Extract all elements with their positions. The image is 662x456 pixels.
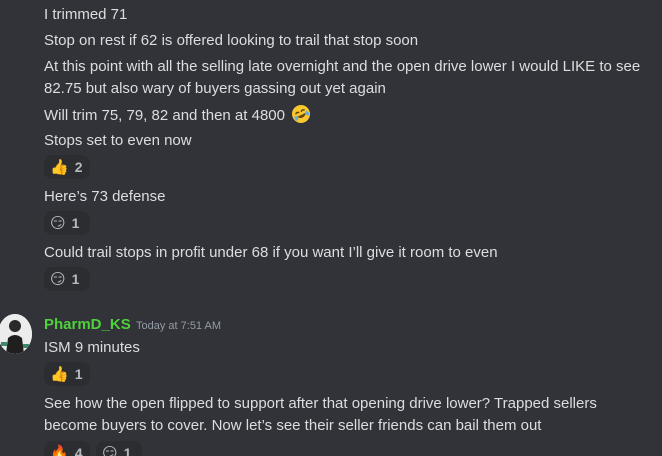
avatar-image xyxy=(0,314,32,354)
reaction-smirk[interactable]: 😏 1 xyxy=(44,211,90,235)
smirk-face-icon: 😏 xyxy=(102,444,118,456)
reaction-smirk[interactable]: 😏 1 xyxy=(44,267,90,291)
reaction-count: 1 xyxy=(123,445,132,456)
message-text: See how the open flipped to support afte… xyxy=(44,395,597,434)
message-timestamp: Today at 7:51 AM xyxy=(136,320,221,332)
message-text: Here’s 73 defense xyxy=(44,188,166,205)
fire-icon: 🔥 xyxy=(50,444,69,456)
thumbs-up-icon: 👍 xyxy=(50,158,69,176)
reaction-thumbs-up[interactable]: 👍 1 xyxy=(44,362,90,386)
message-text-content: Will trim 75, 79, 82 and then at 4800 xyxy=(44,107,285,124)
smirk-face-icon: 😏 xyxy=(50,214,66,232)
reaction-count: 1 xyxy=(71,271,80,287)
reaction-smirk[interactable]: 😏 1 xyxy=(96,441,142,456)
avatar[interactable] xyxy=(0,314,32,354)
message-text: Could trail stops in profit under 68 if … xyxy=(44,244,498,261)
smirk-face-icon: 😏 xyxy=(50,270,66,288)
message-text: ISM 9 minutes xyxy=(44,339,140,356)
message-text: Will trim 75, 79, 82 and then at 4800 xyxy=(44,104,311,127)
thumbs-up-icon: 👍 xyxy=(50,365,69,383)
message-text: Stops set to even now xyxy=(44,132,192,149)
rolling-on-floor-laughing-icon xyxy=(292,105,311,123)
reaction-fire[interactable]: 🔥 4 xyxy=(44,441,90,456)
message-text: At this point with all the selling late … xyxy=(44,58,641,97)
message-text: I trimmed 71 xyxy=(44,6,128,23)
reaction-count: 4 xyxy=(74,445,83,456)
reaction-count: 2 xyxy=(74,159,83,175)
message-text: Stop on rest if 62 is offered looking to… xyxy=(44,32,419,49)
reaction-thumbs-up[interactable]: 👍 2 xyxy=(44,155,90,179)
username[interactable]: PharmD_KS xyxy=(44,314,131,336)
reaction-count: 1 xyxy=(74,366,83,382)
reaction-count: 1 xyxy=(71,215,80,231)
chat-message-list: I trimmed 71 Stop on rest if 62 is offer… xyxy=(0,0,662,456)
